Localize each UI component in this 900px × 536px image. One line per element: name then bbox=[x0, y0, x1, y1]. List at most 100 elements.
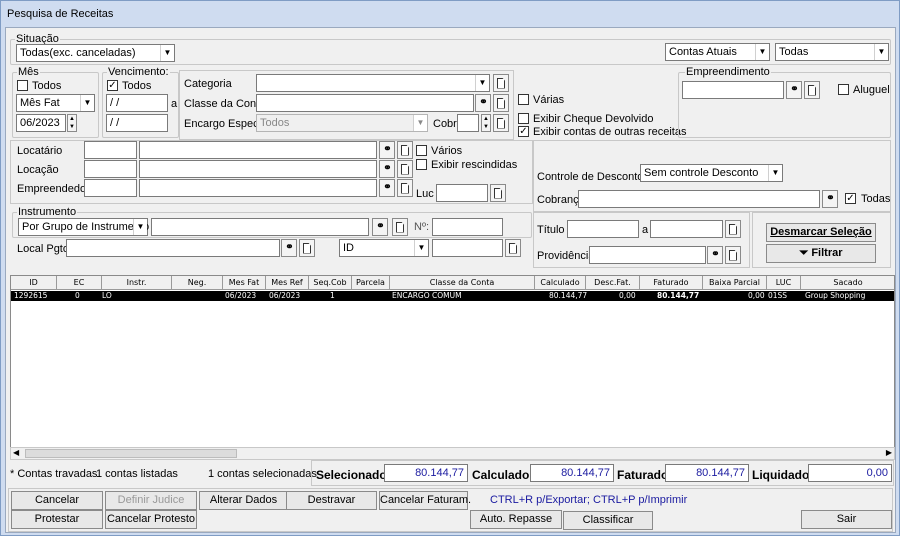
instrumento-new-button[interactable] bbox=[392, 218, 408, 236]
locacao-new-button[interactable] bbox=[397, 160, 413, 178]
cancelar-protesto-button[interactable]: Cancelar Protesto bbox=[105, 510, 197, 529]
cobranca-todas-checkbox[interactable]: ✓ bbox=[845, 193, 856, 204]
col-desc-fat[interactable]: Desc.Fat. bbox=[586, 276, 640, 290]
col-instr[interactable]: Instr. bbox=[102, 276, 172, 290]
scrollbar-thumb[interactable] bbox=[25, 449, 237, 458]
mes-spinner[interactable]: ▲ ▼ bbox=[67, 114, 77, 132]
outras-receitas-checkbox[interactable]: ✓ bbox=[518, 126, 529, 137]
locatario-new-button[interactable] bbox=[397, 141, 413, 159]
luc-input[interactable] bbox=[436, 184, 488, 202]
contas-todas-select[interactable]: Todas ▼ bbox=[775, 43, 889, 61]
binoculars-icon: ⚭ bbox=[479, 97, 487, 108]
col-baixa-parcial[interactable]: Baixa Parcial bbox=[703, 276, 767, 290]
col-seq-cob[interactable]: Seq.Cob bbox=[309, 276, 352, 290]
classe-new-button[interactable] bbox=[493, 94, 509, 112]
col-parcela[interactable]: Parcela bbox=[352, 276, 390, 290]
mes-todos-checkbox[interactable] bbox=[17, 80, 28, 91]
local-pgto-input[interactable] bbox=[66, 239, 280, 257]
empreendimento-new-button[interactable] bbox=[804, 81, 820, 99]
encargo-select[interactable]: Todos ▼ bbox=[256, 114, 428, 132]
sair-button[interactable]: Sair bbox=[801, 510, 892, 529]
varias-checkbox[interactable] bbox=[518, 94, 529, 105]
col-neg[interactable]: Neg. bbox=[172, 276, 223, 290]
col-ec[interactable]: EC bbox=[57, 276, 102, 290]
filtrar-button[interactable]: ⏷ Filtrar bbox=[766, 244, 876, 263]
definir-judice-button[interactable]: Definir Judice bbox=[105, 491, 197, 510]
locatario-search-button[interactable]: ⚭ bbox=[379, 141, 395, 159]
desmarcar-selecao-button[interactable]: Desmarcar Seleção bbox=[766, 223, 876, 242]
cobranca-input[interactable] bbox=[578, 190, 820, 208]
aluguel-checkbox[interactable] bbox=[838, 84, 849, 95]
providencia-new-button[interactable] bbox=[725, 246, 741, 264]
vencimento-todos-checkbox[interactable]: ✓ bbox=[107, 80, 118, 91]
cobr-spinner[interactable]: ▲ ▼ bbox=[481, 114, 491, 132]
situacao-select[interactable]: Todas(exc. canceladas) ▼ bbox=[16, 44, 175, 62]
locacao-code-input[interactable] bbox=[84, 160, 137, 178]
destravar-button[interactable]: Destravar bbox=[286, 491, 377, 510]
col-mes-ref[interactable]: Mes Ref bbox=[266, 276, 309, 290]
empreendedor-name-input[interactable] bbox=[139, 179, 377, 197]
cobranca-search-button[interactable]: ⚭ bbox=[822, 190, 838, 208]
col-id[interactable]: ID bbox=[11, 276, 57, 290]
vencimento-de-input[interactable]: / / bbox=[106, 94, 168, 112]
numero-label: Nº: bbox=[414, 221, 430, 233]
categoria-select[interactable]: ▼ bbox=[256, 74, 490, 92]
situacao-value: Todas(exc. canceladas) bbox=[20, 47, 136, 59]
protestar-button[interactable]: Protestar bbox=[11, 510, 103, 529]
rescindidas-checkbox[interactable] bbox=[416, 159, 427, 170]
local-pgto-search-button[interactable]: ⚭ bbox=[281, 239, 297, 257]
results-table[interactable]: ID EC Instr. Neg. Mes Fat Mes Ref Seq.Co… bbox=[10, 275, 895, 460]
local-id-input[interactable] bbox=[432, 239, 503, 257]
locacao-search-button[interactable]: ⚭ bbox=[379, 160, 395, 178]
vencimento-ate-input[interactable]: / / bbox=[106, 114, 168, 132]
classe-search-button[interactable]: ⚭ bbox=[475, 94, 491, 112]
empreendimento-search-button[interactable]: ⚭ bbox=[786, 81, 802, 99]
empreendedor-new-button[interactable] bbox=[397, 179, 413, 197]
local-id-new-button[interactable] bbox=[505, 239, 521, 257]
empreendimento-input[interactable] bbox=[682, 81, 784, 99]
col-sacado[interactable]: Sacado bbox=[801, 276, 894, 290]
cancelar-faturamento-button[interactable]: Cancelar Faturam. bbox=[379, 491, 471, 510]
mes-valor-input[interactable]: 06/2023 bbox=[16, 114, 66, 132]
providencia-input[interactable] bbox=[589, 246, 706, 264]
cobr-input[interactable] bbox=[457, 114, 479, 132]
locacao-name-input[interactable] bbox=[139, 160, 377, 178]
cobr-new-button[interactable] bbox=[493, 114, 509, 132]
classificar-button[interactable]: Classificar bbox=[563, 511, 653, 530]
local-id-select[interactable]: ID ▼ bbox=[339, 239, 429, 257]
empreendedor-search-button[interactable]: ⚭ bbox=[379, 179, 395, 197]
categoria-new-button[interactable] bbox=[493, 74, 509, 92]
numero-input[interactable] bbox=[432, 218, 503, 236]
cheque-devolvido-checkbox[interactable] bbox=[518, 113, 529, 124]
titulo-de-input[interactable] bbox=[567, 220, 639, 238]
scroll-left-icon[interactable]: ◀ bbox=[13, 448, 19, 457]
titulo-new-button[interactable] bbox=[725, 220, 741, 238]
locatario-name-input[interactable] bbox=[139, 141, 377, 159]
classe-input[interactable] bbox=[256, 94, 474, 112]
scroll-right-icon[interactable]: ▶ bbox=[886, 448, 892, 457]
col-calculado[interactable]: Calculado bbox=[535, 276, 586, 290]
locatario-code-input[interactable] bbox=[84, 141, 137, 159]
local-pgto-new-button[interactable] bbox=[299, 239, 315, 257]
descontos-select[interactable]: Sem controle Desconto ▼ bbox=[640, 164, 783, 182]
instrumento-select[interactable]: Por Grupo de Instrumento ▼ bbox=[18, 218, 149, 236]
horizontal-scrollbar[interactable]: ◀ ▶ bbox=[10, 447, 895, 460]
col-classe[interactable]: Classe da Conta bbox=[390, 276, 535, 290]
instrumento-search-button[interactable]: ⚭ bbox=[372, 218, 388, 236]
titulo-ate-input[interactable] bbox=[650, 220, 723, 238]
cancelar-button[interactable]: Cancelar bbox=[11, 491, 103, 510]
luc-new-button[interactable] bbox=[490, 184, 506, 202]
alterar-dados-button[interactable]: Alterar Dados bbox=[199, 491, 288, 510]
providencia-search-button[interactable]: ⚭ bbox=[707, 246, 723, 264]
mes-tipo-select[interactable]: Mês Fat ▼ bbox=[16, 94, 95, 112]
varios-checkbox[interactable] bbox=[416, 145, 427, 156]
empreendedor-code-input[interactable] bbox=[84, 179, 137, 197]
instrumento-input[interactable] bbox=[151, 218, 369, 236]
col-mes-fat[interactable]: Mes Fat bbox=[223, 276, 266, 290]
col-luc[interactable]: LUC bbox=[767, 276, 801, 290]
auto-repasse-button[interactable]: Auto. Repasse bbox=[470, 510, 562, 529]
document-icon bbox=[497, 77, 505, 89]
col-faturado[interactable]: Faturado bbox=[640, 276, 703, 290]
contas-select[interactable]: Contas Atuais ▼ bbox=[665, 43, 770, 61]
table-row[interactable]: 1292615 0 LO 06/2023 06/2023 1 ENCARGO C… bbox=[11, 291, 894, 301]
